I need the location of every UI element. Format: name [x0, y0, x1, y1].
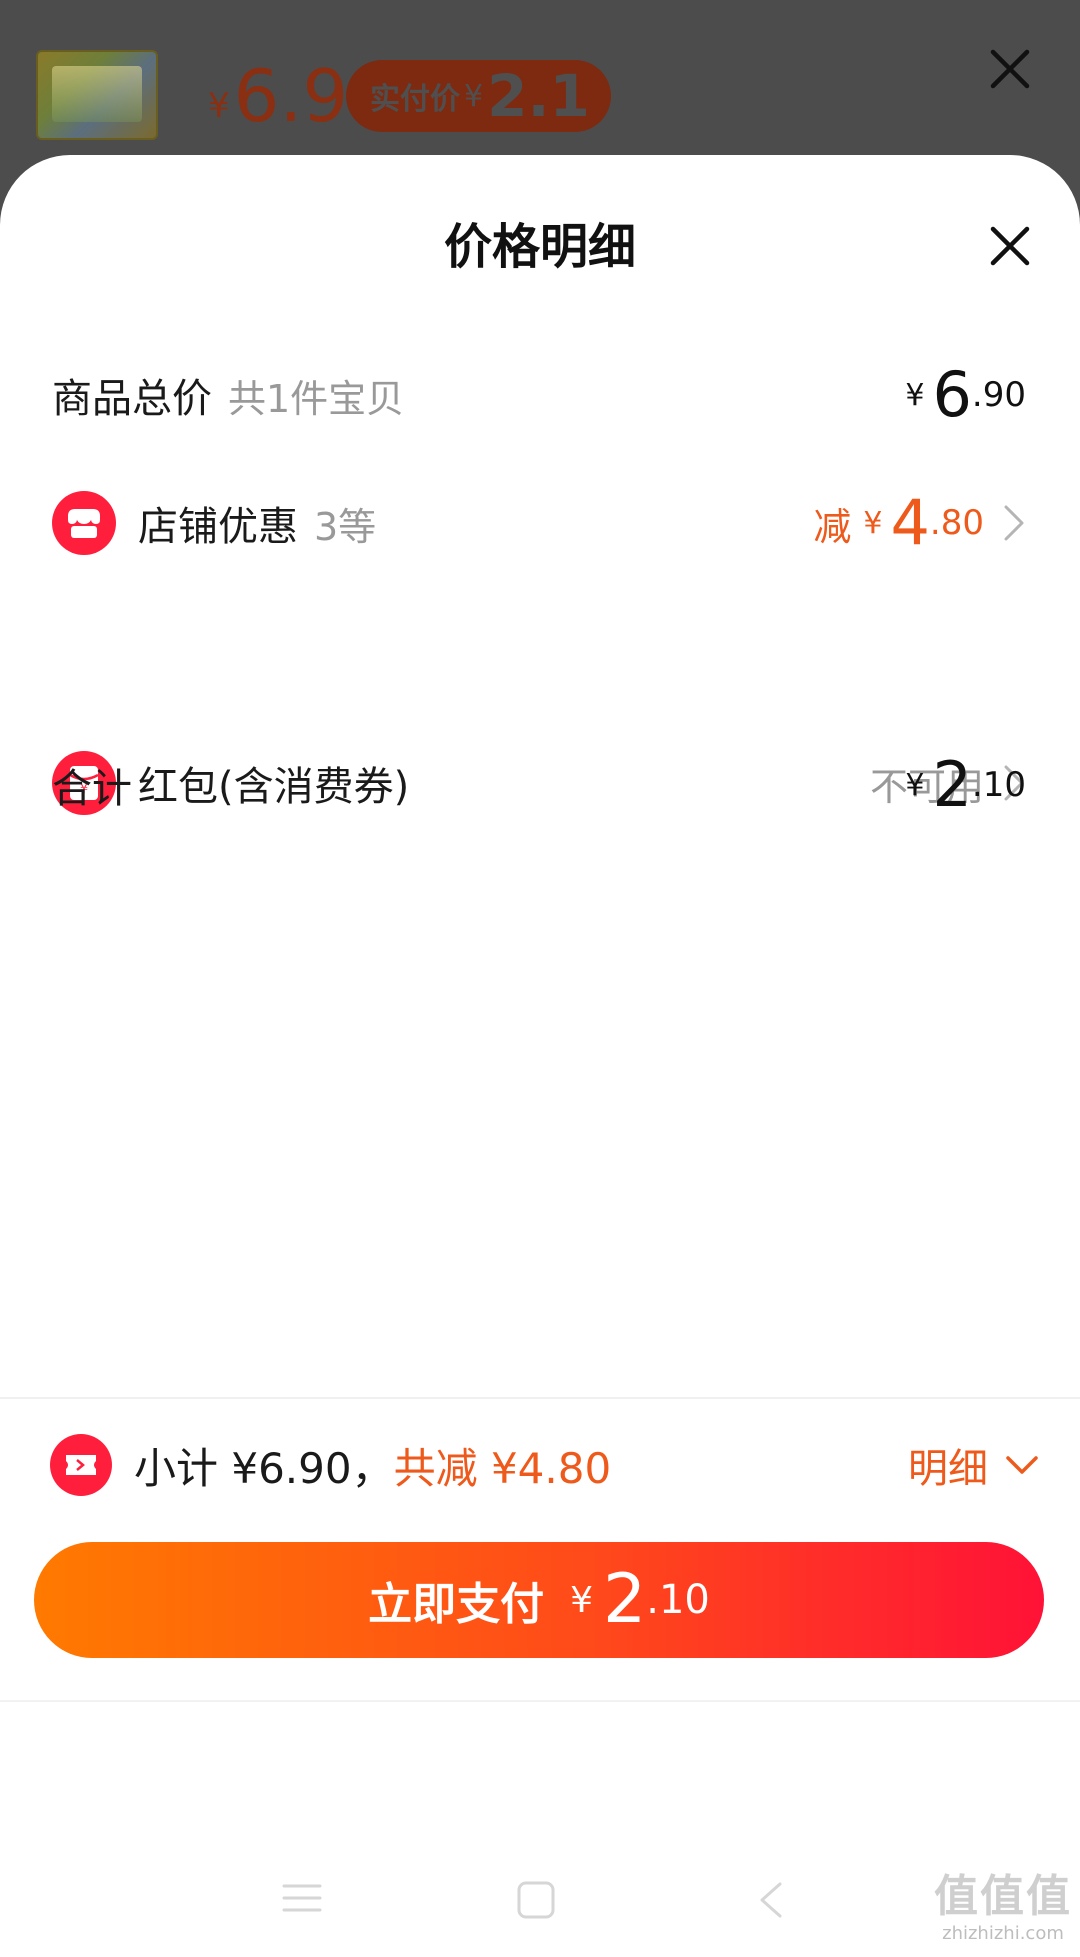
sum-label: 合计 [52, 766, 132, 812]
close-icon[interactable] [985, 221, 1035, 271]
total-price-label: 商品总价 [52, 376, 212, 422]
actual-pay-value: 2.1 [487, 62, 590, 130]
menu-icon[interactable] [282, 1880, 322, 1916]
subtotal-text: 小计 ¥6.90， [134, 1443, 394, 1493]
yen-symbol: ¥ [570, 1579, 593, 1621]
chevron-down-icon [1006, 1456, 1038, 1474]
home-icon[interactable] [516, 1880, 556, 1920]
total-discount-text: 共减 ¥4.80 [393, 1443, 612, 1493]
summary-divider [0, 1397, 1080, 1399]
back-icon[interactable] [756, 1880, 786, 1920]
price-integer: 6 [932, 358, 972, 431]
item-count: 共1件宝贝 [228, 376, 405, 421]
actual-pay-badge: 实付价 ¥ 2.1 [346, 60, 611, 132]
discount-integer: 4 [890, 486, 930, 559]
header-price-yen: ¥ [208, 86, 230, 126]
pay-now-button[interactable]: 立即支付 ¥ 2 .10 [34, 1542, 1044, 1658]
shop-icon [52, 491, 116, 555]
reduce-prefix: 减 [813, 504, 852, 549]
yen-symbol: ¥ [905, 377, 925, 413]
summary-bar: 小计 ¥6.90， 共减 ¥4.80 明细 [0, 1420, 1080, 1510]
shop-discount-label: 店铺优惠 [138, 504, 298, 550]
yen-symbol: ¥ [863, 505, 883, 541]
sum-value: ¥ 2 .10 [905, 745, 1026, 825]
price-decimal: .90 [971, 375, 1026, 415]
watermark: 值值值 zhizhizhi.com [928, 1872, 1078, 1957]
actual-pay-label: 实付价 [370, 82, 460, 117]
sum-integer: 2 [932, 748, 972, 821]
actual-pay-yen: ¥ [464, 78, 484, 114]
product-header-dimmed: ¥6.9 实付价 ¥ 2.1 [0, 0, 1080, 160]
ticket-icon [50, 1434, 112, 1496]
discount-decimal: .80 [929, 503, 984, 543]
watermark-title: 值值值 [934, 1871, 1072, 1922]
yen-symbol: ¥ [905, 767, 925, 803]
header-price: ¥6.9 [208, 56, 348, 146]
total-price-row: 商品总价 共1件宝贝 ¥ 6 .90 [0, 355, 1080, 435]
shop-discount-count: 3等 [314, 504, 377, 549]
pay-decimal: .10 [646, 1577, 710, 1623]
total-price-value: ¥ 6 .90 [905, 355, 1026, 435]
price-detail-sheet: 价格明细 商品总价 共1件宝贝 ¥ 6 .90 店铺优惠 3等 减 ¥ 4 .8… [0, 155, 1080, 1957]
header-price-value: 6.9 [233, 54, 349, 138]
product-thumbnail [36, 50, 158, 140]
shop-discount-row[interactable]: 店铺优惠 3等 减 ¥ 4 .80 [0, 483, 1080, 563]
watermark-url: zhizhizhi.com [942, 1923, 1064, 1944]
detail-label: 明细 [908, 1446, 988, 1492]
pay-now-label: 立即支付 [368, 1579, 545, 1630]
shop-discount-value: 减 ¥ 4 .80 [813, 483, 1026, 563]
sum-row: 合计 ¥ 2 .10 [0, 745, 1080, 825]
close-icon[interactable] [985, 44, 1035, 94]
chevron-right-icon [1004, 505, 1024, 541]
nav-divider [0, 1700, 1080, 1702]
sheet-title: 价格明细 [443, 219, 636, 275]
sum-decimal: .10 [971, 765, 1026, 805]
detail-toggle[interactable]: 明细 [908, 1420, 1040, 1510]
pay-integer: 2 [603, 1560, 647, 1639]
